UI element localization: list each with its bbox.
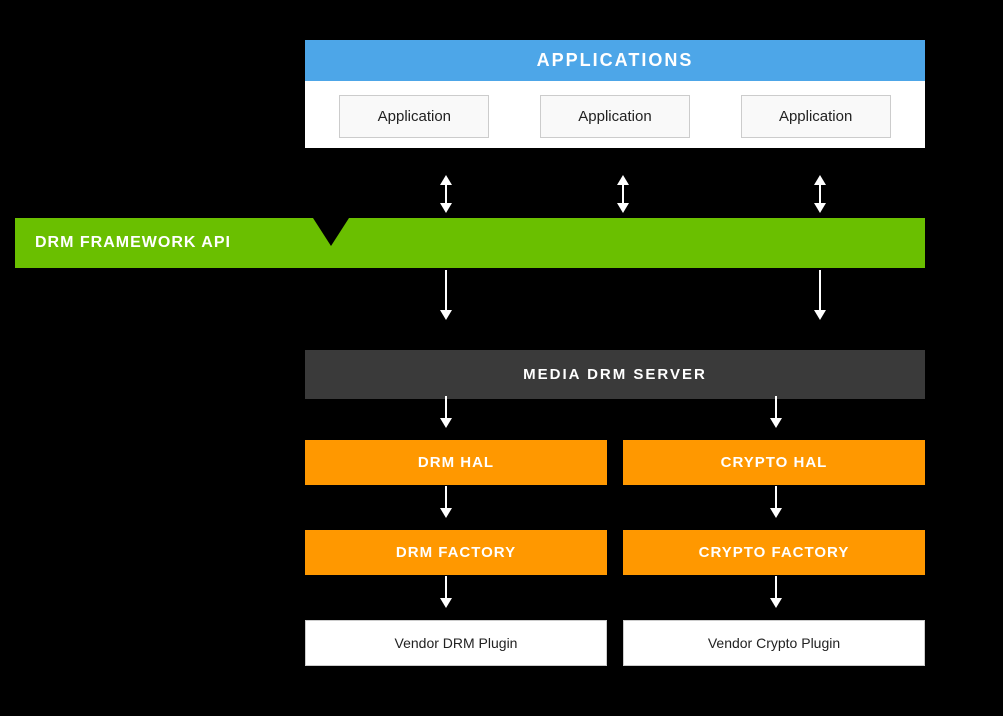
factory-row: DRM FACTORY CRYPTO FACTORY	[305, 530, 925, 575]
hal-row: DRM HAL CRYPTO HAL	[305, 440, 925, 485]
applications-block: APPLICATIONS Application Application App…	[305, 40, 925, 148]
arrow-fw2	[814, 270, 826, 320]
crypto-hal-box: CRYPTO HAL	[623, 440, 925, 485]
app-box-1: Application	[339, 95, 489, 138]
vendor-drm-plugin-box: Vendor DRM Plugin	[305, 620, 607, 666]
diagram-container: APPLICATIONS Application Application App…	[10, 20, 993, 706]
applications-body: Application Application Application	[305, 81, 925, 148]
drm-hal-box: DRM HAL	[305, 440, 607, 485]
arrow-app3	[814, 175, 826, 213]
vendor-row: Vendor DRM Plugin Vendor Crypto Plugin	[305, 620, 925, 666]
applications-header: APPLICATIONS	[305, 40, 925, 81]
drm-factory-box: DRM FACTORY	[305, 530, 607, 575]
arrow-factory2	[770, 576, 782, 608]
arrow-factory1	[440, 576, 452, 608]
arrow-server1	[440, 396, 452, 428]
app-box-2: Application	[540, 95, 690, 138]
arrow-app1	[440, 175, 452, 213]
crypto-factory-box: CRYPTO FACTORY	[623, 530, 925, 575]
arrow-fw1	[440, 270, 452, 320]
media-drm-server-label: MEDIA DRM SERVER	[523, 366, 707, 383]
vendor-crypto-plugin-box: Vendor Crypto Plugin	[623, 620, 925, 666]
arrow-hal1	[440, 486, 452, 518]
arrow-hal2	[770, 486, 782, 518]
drm-framework-label: DRM FRAMEWORK API	[35, 234, 231, 252]
arrow-server2	[770, 396, 782, 428]
drm-framework-block: DRM FRAMEWORK API	[15, 218, 925, 268]
app-box-3: Application	[741, 95, 891, 138]
media-drm-server-block: MEDIA DRM SERVER	[305, 350, 925, 399]
arrow-app2	[617, 175, 629, 213]
